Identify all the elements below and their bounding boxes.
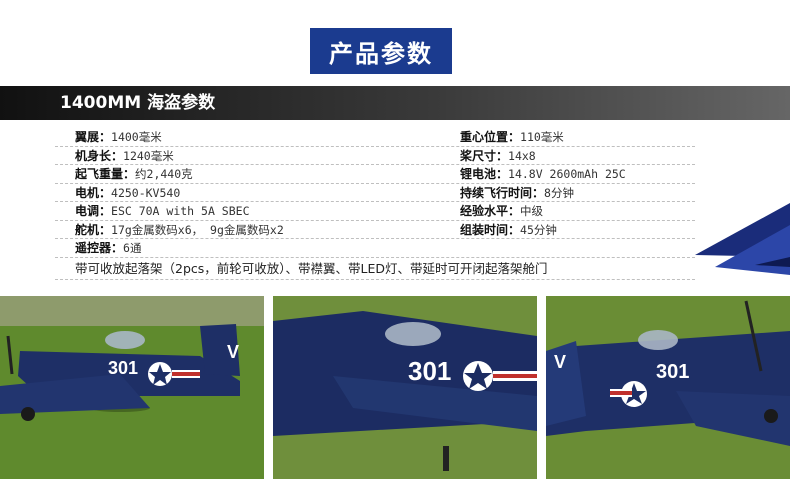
spec-label: 电调： [75, 204, 112, 218]
spec-row: 电机：4250-KV540 持续飞行时间：8分钟 [55, 184, 695, 202]
spec-header-title: 1400MM 海盗参数 [60, 93, 216, 113]
spec-value: 1240毫米 [123, 148, 174, 163]
spec-row: 遥控器：6通 [55, 239, 695, 258]
spec-row: 机身长：1240毫米 桨尺寸：14x8 [55, 147, 695, 165]
spec-cell: 重心位置：110毫米 [460, 128, 564, 146]
spec-label: 舵机： [75, 222, 112, 237]
fuselage-number: 301 [108, 358, 138, 378]
spec-label: 翼展： [75, 130, 112, 144]
spec-value: 8分钟 [544, 185, 574, 200]
spec-cell: 桨尺寸：14x8 [460, 147, 536, 165]
aircraft-photo-right: 301 V [546, 296, 790, 479]
section-title: 产品参数 [329, 39, 433, 68]
spec-cell: 电机：4250-KV540 [75, 184, 180, 202]
spec-cell: 遥控器：6通 [75, 239, 141, 257]
spec-cell: 机身长：1240毫米 [75, 147, 174, 165]
spec-value: 6通 [123, 241, 142, 255]
spec-value: 14.8V 2600mAh 25C [508, 167, 626, 181]
spec-cell: 翼展：1400毫米 [75, 128, 162, 146]
spec-row: 起飞重量：约2,440克 锂电池：14.8V 2600mAh 25C [55, 165, 695, 184]
spec-value: 约2,440克 [135, 167, 193, 181]
fuselage-number: 301 [408, 356, 451, 386]
spec-value: 45分钟 [520, 222, 557, 237]
spec-value: 4250-KV540 [111, 185, 181, 200]
spec-cell: 组装时间：45分钟 [460, 221, 557, 239]
section-title-badge: 产品参数 [310, 28, 452, 74]
spec-cell: 锂电池：14.8V 2600mAh 25C [460, 165, 626, 183]
spec-header-band: 1400MM 海盗参数 [0, 86, 790, 120]
spec-value: 14x8 [508, 148, 536, 163]
spec-cell: 舵机：17g金属数码x6， 9g金属数码x2 [75, 221, 284, 239]
spec-label: 遥控器： [75, 241, 124, 255]
spec-value: 1400毫米 [111, 130, 162, 144]
aircraft-photo-center: 301 [273, 296, 537, 479]
tail-letter: V [227, 342, 239, 362]
spec-row: 舵机：17g金属数码x6， 9g金属数码x2 组装时间：45分钟 [55, 221, 695, 239]
spec-value: 中级 [520, 204, 544, 218]
spec-value: 17g金属数码x6， 9g金属数码x2 [111, 222, 284, 237]
spec-row: 电调：ESC 70A with 5A SBEC 经验水平：中级 [55, 202, 695, 221]
spec-label: 桨尺寸： [460, 148, 509, 163]
spec-cell: 电调：ESC 70A with 5A SBEC [75, 202, 250, 220]
spec-label: 组装时间： [460, 222, 521, 237]
spec-cell: 起飞重量：约2,440克 [75, 165, 193, 183]
spec-cell: 持续飞行时间：8分钟 [460, 184, 574, 202]
spec-value: ESC 70A with 5A SBEC [111, 204, 250, 218]
spec-label: 持续飞行时间： [460, 185, 545, 200]
fuselage-number: 301 [656, 361, 689, 383]
aircraft-photo-left: 301 V [0, 296, 264, 479]
spec-cell: 经验水平：中级 [460, 202, 543, 220]
tail-letter: V [554, 352, 566, 372]
spec-label: 经验水平： [460, 204, 521, 218]
photo-gallery: 301 V 301 301 V [0, 296, 790, 479]
spec-feature-note: 带可收放起落架（2pcs，前轮可收放）、带襟翼、带LED灯、带延时可开闭起落架舱… [55, 258, 695, 280]
spec-label: 起飞重量： [75, 167, 136, 181]
spec-value: 110毫米 [520, 130, 564, 144]
spec-table: 翼展：1400毫米 重心位置：110毫米 机身长：1240毫米 桨尺寸：14x8… [55, 128, 695, 280]
spec-label: 电机： [75, 185, 112, 200]
wing-graphic [695, 203, 790, 275]
spec-label: 重心位置： [460, 130, 521, 144]
spec-label: 机身长： [75, 148, 124, 163]
spec-label: 锂电池： [460, 167, 509, 181]
spec-row: 翼展：1400毫米 重心位置：110毫米 [55, 128, 695, 147]
